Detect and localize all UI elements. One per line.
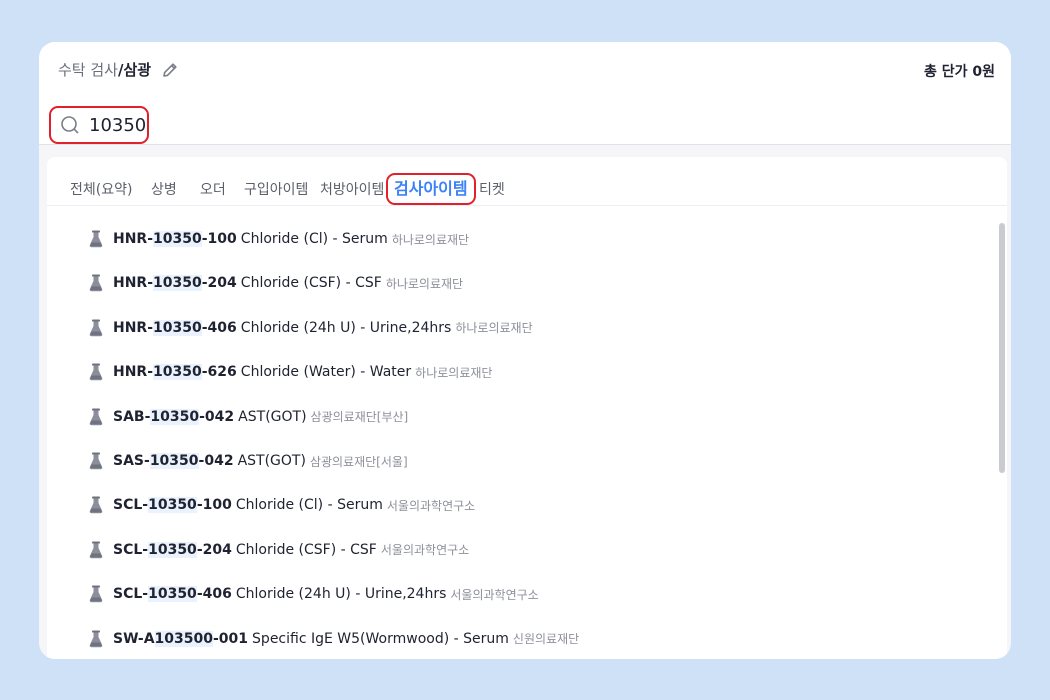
list-item[interactable]: HNR- 10350 -406 Chloride (24h U) - Urine,2… [89, 316, 533, 340]
item-lab-name: 서울의과학연구소 [380, 543, 470, 558]
flask-icon [89, 274, 103, 292]
item-lab-name: 삼광의료재단[부산] [310, 410, 409, 425]
flask-icon [89, 630, 103, 648]
item-code-prefix: SAS- [113, 453, 150, 469]
test-order-card: 수탁 검사 / 삼광 총 단가 0원 전체(요약) [39, 42, 1011, 659]
search-icon [60, 115, 80, 135]
item-code-prefix: HNR- [113, 364, 154, 381]
item-lab-name: 하나로의료재단 [391, 232, 470, 247]
item-code-suffix: -100 [201, 231, 237, 247]
item-code-suffix: -100 [196, 497, 232, 514]
item-lab-name: 신원의료재단 [512, 632, 580, 647]
flask-icon [89, 408, 103, 426]
search-box[interactable] [49, 106, 149, 144]
breadcrumb-parent: 수탁 검사 [58, 61, 118, 79]
item-code-prefix: SCL- [113, 586, 149, 603]
item-code-suffix: -406 [201, 319, 237, 336]
item-code-match: 103500 [154, 630, 213, 647]
tab-order[interactable]: 오더 [200, 179, 226, 199]
list-item[interactable]: SCL- 10350 -406 Chloride (24h U) - Urine,2… [89, 582, 539, 606]
list-item[interactable]: HNR- 10350 -100 Chloride (Cl) - Serum 하나로의… [89, 227, 469, 251]
item-test-name: Chloride (Cl) - Serum [240, 231, 388, 247]
item-lab-name: 하나로의료재단 [385, 276, 464, 291]
list-item[interactable]: HNR- 10350 -204 Chloride (CSF) - CSF 하나로의료… [89, 271, 463, 295]
flask-icon [89, 585, 103, 603]
tab-test-item[interactable]: 검사아이템 [386, 173, 476, 205]
item-code-match: 10350 [153, 231, 202, 247]
item-lab-name: 하나로의료재단 [415, 365, 493, 380]
item-code-prefix: SW-A [113, 630, 155, 647]
flask-icon [89, 319, 103, 337]
item-code-suffix: -204 [201, 275, 237, 292]
tab-ticket[interactable]: 티켓 [479, 179, 505, 199]
item-code-match: 10350 [153, 275, 202, 292]
item-code-prefix: HNR- [113, 231, 154, 247]
item-test-name: Chloride (CSF) - CSF [235, 541, 377, 558]
edit-pencil-icon[interactable] [161, 61, 179, 79]
tab-prescription-item[interactable]: 처방아이템 [320, 179, 384, 199]
list-item[interactable]: HNR- 10350 -626 Chloride (Water) - Water 하… [89, 360, 492, 384]
item-code-suffix: -042 [199, 408, 235, 425]
flask-icon [89, 230, 103, 248]
item-lab-name: 하나로의료재단 [455, 321, 533, 336]
item-code-suffix: -001 [213, 630, 249, 647]
item-test-name: Chloride (24h U) - Urine,24hrs [235, 586, 447, 603]
list-item[interactable]: SCL- 10350 -100 Chloride (Cl) - Serum 서울의과… [89, 493, 475, 517]
item-code-match: 10350 [148, 497, 197, 514]
list-item[interactable]: SAB- 10350 -042 AST(GOT) 삼광의료재단[부산] [89, 405, 408, 429]
item-code-match: 10350 [150, 408, 200, 425]
item-code-match: 10350 [149, 453, 199, 469]
tab-purchase-item[interactable]: 구입아이템 [244, 179, 308, 199]
total-price: 총 단가 0원 [923, 64, 995, 80]
item-test-name: AST(GOT) [237, 453, 306, 469]
item-code-match: 10350 [148, 541, 197, 558]
item-code-match: 10350 [148, 586, 197, 603]
list-item[interactable]: SCL- 10350 -204 Chloride (CSF) - CSF 서울의과학… [89, 538, 469, 562]
item-test-name: AST(GOT) [238, 408, 307, 425]
breadcrumb: 수탁 검사 / 삼광 [58, 59, 179, 80]
item-code-prefix: SCL- [113, 541, 149, 558]
item-code-suffix: -626 [201, 364, 237, 381]
list-item[interactable]: SAS- 10350 -042 AST(GOT) 삼광의료재단[서울] [89, 449, 408, 473]
card-header: 수탁 검사 / 삼광 총 단가 0원 [39, 42, 1011, 98]
results-panel: 전체(요약) 상병 오더 구입아이템 처방아이템 검사아이템 티켓 HNR- 10… [47, 157, 1007, 659]
flask-icon [89, 541, 103, 559]
item-code-prefix: SCL- [113, 497, 149, 514]
item-code-match: 10350 [153, 364, 202, 381]
breadcrumb-current: 삼광 [123, 61, 152, 79]
tab-diagnosis[interactable]: 상병 [151, 179, 177, 199]
item-code-suffix: -204 [196, 541, 232, 558]
flask-icon [89, 452, 103, 470]
item-code-match: 10350 [153, 319, 202, 336]
item-test-name: Chloride (24h U) - Urine,24hrs [240, 319, 452, 336]
tab-all-summary[interactable]: 전체(요약) [70, 179, 132, 199]
search-bar [39, 98, 1011, 145]
item-test-name: Chloride (Water) - Water [240, 364, 412, 381]
item-code-prefix: SAB- [113, 408, 151, 425]
item-code-suffix: -406 [196, 586, 232, 603]
item-lab-name: 서울의과학연구소 [386, 498, 476, 513]
item-test-name: Specific IgE W5(Wormwood) - Serum [252, 630, 509, 647]
flask-icon [89, 363, 103, 381]
item-lab-name: 삼광의료재단[서울] [309, 454, 408, 469]
item-code-prefix: HNR- [113, 275, 154, 292]
item-lab-name: 서울의과학연구소 [450, 587, 539, 602]
item-test-name: Chloride (CSF) - CSF [240, 275, 382, 292]
category-tabs: 전체(요약) 상병 오더 구입아이템 처방아이템 검사아이템 티켓 [47, 157, 1007, 206]
flask-icon [89, 496, 103, 514]
results-scrollbar[interactable] [999, 223, 1005, 473]
item-code-suffix: -042 [198, 453, 234, 469]
item-code-prefix: HNR- [113, 319, 154, 336]
list-item[interactable]: SW-A 103500 -001 Specific IgE W5(Wormwood)… [89, 627, 579, 651]
item-test-name: Chloride (Cl) - Serum [235, 497, 383, 514]
search-input[interactable] [89, 114, 149, 136]
